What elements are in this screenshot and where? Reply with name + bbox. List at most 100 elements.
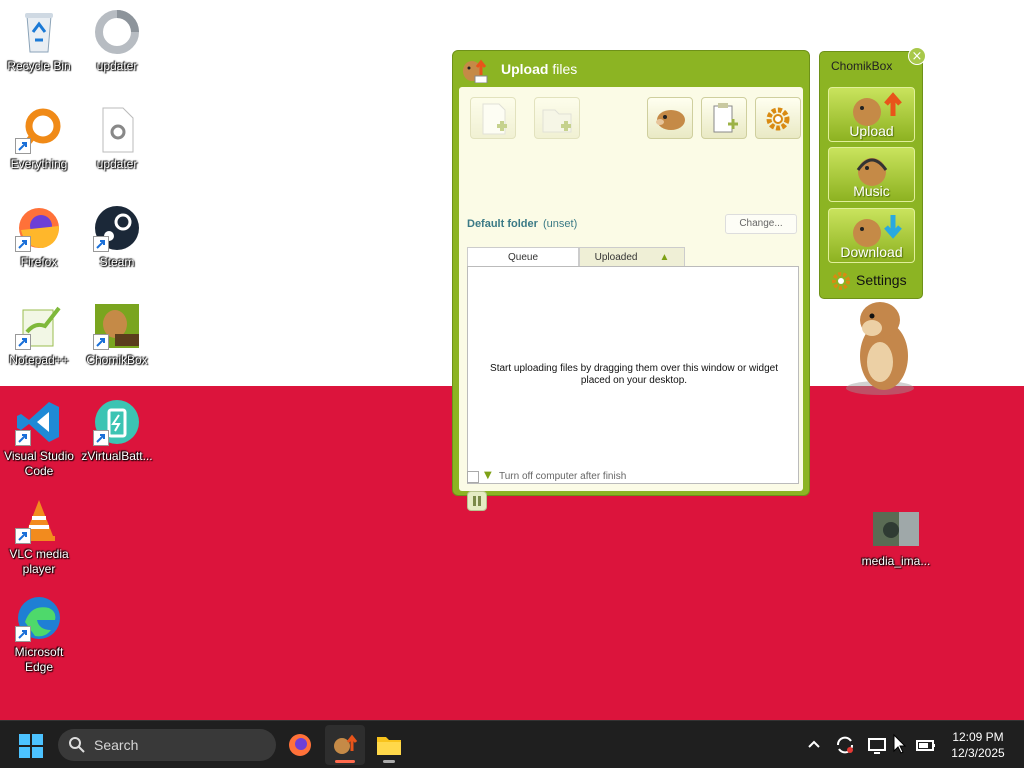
firefox-icon [15, 204, 63, 252]
steam-icon [93, 204, 141, 252]
turn-off-label: Turn off computer after finish [499, 471, 627, 482]
clipboard-icon [713, 103, 738, 133]
taskbar: Search 12:09 PM 12/3/2025 [0, 720, 1024, 768]
desktop-icon-updater-file[interactable]: updater [78, 106, 156, 172]
triangle-up-icon: ▲ [659, 252, 670, 263]
taskbar-firefox[interactable] [280, 725, 320, 765]
updater-icon [93, 8, 141, 56]
shortcut-arrow-icon [15, 528, 31, 544]
desktop-icon-label: Firefox [20, 255, 58, 269]
windows-start-button[interactable] [18, 733, 44, 759]
search-placeholder: Search [94, 737, 139, 753]
hamster-headphones-icon [856, 158, 888, 186]
desktop-icon-recycle-bin[interactable]: Recycle Bin [0, 8, 78, 74]
music-button[interactable]: Music [828, 147, 915, 202]
desktop-icon-label: zVirtualBatt... [81, 449, 153, 463]
sync-icon[interactable] [833, 733, 857, 757]
desktop-icon-label: Microsoft Edge [14, 645, 64, 674]
shortcut-arrow-icon [93, 334, 109, 350]
window-title: Upload files [501, 61, 578, 77]
taskbar-search-box[interactable]: Search [58, 729, 276, 761]
desktop-icon-chomikbox[interactable]: ChomikBox [78, 302, 156, 368]
upload-queue-list[interactable]: Start uploading files by dragging them o… [467, 266, 799, 484]
upload-button[interactable]: Upload [828, 87, 915, 142]
taskbar-chomikbox[interactable] [325, 725, 365, 765]
desktop-icon-media-image[interactable]: media_ima... [857, 508, 935, 569]
desktop-icon-notepad-plus-plus[interactable]: Notepad++ [0, 302, 78, 368]
download-button-label: Download [840, 244, 903, 260]
upload-window-footer: ▼ Turn off computer after finish [459, 467, 803, 491]
add-folder-button[interactable] [534, 97, 580, 139]
shortcut-arrow-icon [93, 236, 109, 252]
mouse-cursor-icon [890, 733, 914, 757]
recycle-bin-icon [15, 8, 63, 56]
desktop-icon-label: VLC media player [9, 547, 69, 576]
change-folder-button[interactable]: Change... [725, 214, 797, 234]
hamster-upload-icon [853, 92, 902, 126]
upload-button-label: Upload [849, 123, 894, 139]
download-button[interactable]: Download [828, 208, 915, 263]
desktop-icon-label: updater [96, 59, 138, 73]
queue-empty-message: Start uploading files by dragging them o… [490, 363, 778, 386]
shortcut-arrow-icon [93, 430, 109, 446]
clock-date: 12/3/2025 [951, 746, 1005, 760]
taskbar-clock[interactable]: 12:09 PM 12/3/2025 [940, 729, 1016, 761]
desktop-icon-steam[interactable]: Steam [78, 204, 156, 270]
chomikbox-upload-icon [334, 734, 358, 754]
widget-title: ChomikBox [831, 59, 893, 73]
hamster-mascot-image[interactable] [836, 292, 922, 398]
desktop-icon-label: Everything [10, 157, 68, 171]
gear-icon [766, 107, 790, 131]
tab-uploaded[interactable]: Uploaded ▲ [579, 247, 685, 267]
gear-icon [832, 272, 850, 290]
shortcut-arrow-icon [15, 138, 31, 154]
shortcut-arrow-icon [15, 626, 31, 642]
upload-hamster-logo-icon [461, 57, 489, 84]
desktop-icon-label: Visual Studio Code [4, 449, 74, 478]
turn-off-checkbox[interactable] [467, 471, 479, 483]
desktop-icon-zvirtualbattery[interactable]: zVirtualBatt... [78, 398, 156, 464]
add-file-button[interactable] [470, 97, 516, 139]
everything-icon [15, 106, 63, 154]
desktop-icon-label: Steam [99, 255, 135, 269]
network-icon[interactable] [865, 733, 889, 757]
desktop-icon-vlc[interactable]: VLC media player [0, 496, 78, 577]
chomikbox-widget: ChomikBox × Upload Music Download Settin… [819, 47, 926, 299]
firefox-icon [289, 734, 311, 756]
search-icon [69, 737, 85, 753]
desktop-icon-edge[interactable]: Microsoft Edge [0, 594, 78, 675]
taskbar-file-explorer[interactable] [369, 725, 409, 765]
running-indicator [383, 760, 395, 763]
desktop-icon-updater[interactable]: updater [78, 8, 156, 74]
clipboard-button[interactable] [701, 97, 747, 139]
desktop-icon-vscode[interactable]: Visual Studio Code [0, 398, 78, 479]
add-folder-icon [542, 109, 572, 133]
close-icon[interactable]: × [908, 47, 926, 65]
edge-icon [15, 594, 63, 642]
vscode-icon [15, 398, 63, 446]
tab-queue[interactable]: Queue [467, 247, 579, 267]
chomik-account-button[interactable] [647, 97, 693, 139]
shortcut-arrow-icon [15, 430, 31, 446]
desktop-icon-label: Recycle Bin [7, 59, 71, 73]
pause-button[interactable] [467, 491, 487, 511]
desktop-icon-label: Notepad++ [9, 353, 69, 367]
chomikbox-icon [93, 302, 141, 350]
settings-button[interactable] [755, 97, 801, 139]
widget-settings-button[interactable]: Settings [830, 270, 920, 292]
desktop-icon-everything[interactable]: Everything [0, 106, 78, 172]
tray-overflow-chevron-up-icon[interactable] [802, 733, 826, 757]
window-title-bar[interactable]: Upload files [461, 57, 801, 84]
tab-queue-label: Queue [507, 252, 539, 263]
vlc-icon [15, 496, 63, 544]
desktop-icon-firefox[interactable]: Firefox [0, 204, 78, 270]
battery-icon[interactable] [914, 733, 938, 757]
upload-window-body: Default folder (unset) Change... Queue U… [459, 87, 803, 511]
notepad-plus-plus-icon [15, 302, 63, 350]
widget-settings-label: Settings [856, 272, 907, 288]
dropdown-triangle-icon[interactable]: ▼ [484, 470, 492, 481]
clock-time: 12:09 PM [952, 730, 1004, 744]
desktop-icon-label: ChomikBox [86, 353, 148, 367]
hamster-icon [656, 110, 685, 130]
hamster-download-icon [853, 215, 902, 247]
